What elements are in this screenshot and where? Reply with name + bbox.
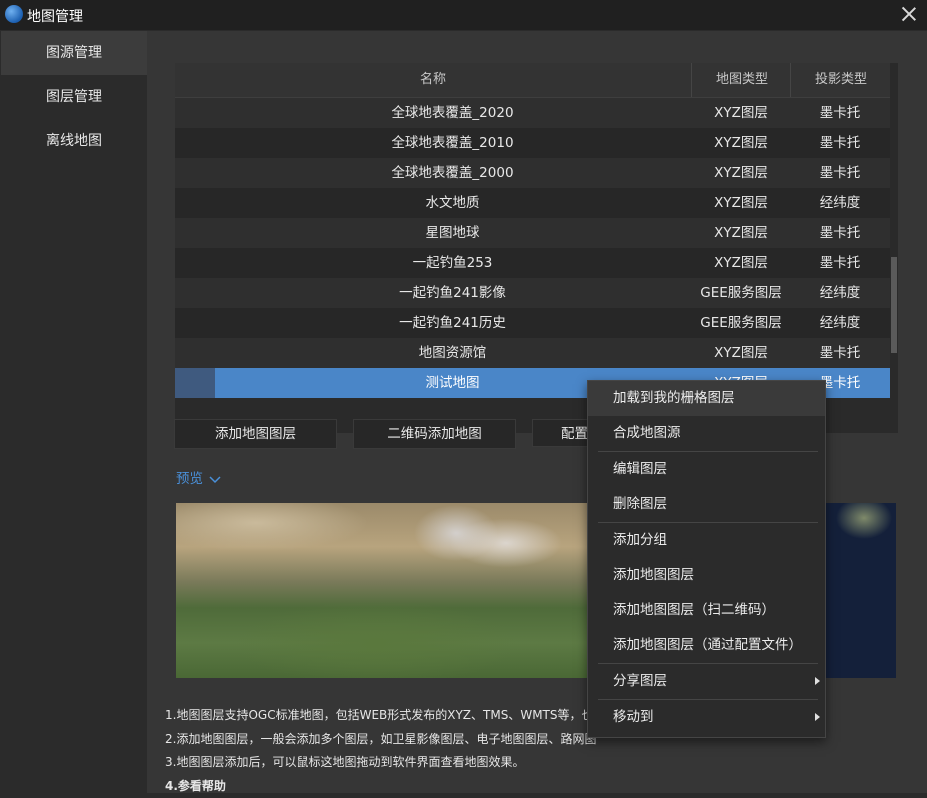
- close-icon[interactable]: [899, 4, 919, 24]
- menu-share-layer-label: 分享图层: [613, 673, 667, 689]
- sidebar-item-offline[interactable]: 离线地图: [1, 119, 147, 163]
- cell-projection: 墨卡托: [790, 158, 890, 188]
- cell-projection: 墨卡托: [790, 218, 890, 248]
- menu-delete-layer[interactable]: 删除图层: [588, 487, 825, 522]
- menu-add-layer[interactable]: 添加地图图层: [588, 558, 825, 593]
- scrollbar[interactable]: [890, 63, 898, 433]
- globe-icon: [5, 5, 23, 23]
- table-header: 名称 地图类型 投影类型: [175, 63, 890, 98]
- table-body: 全球地表覆盖_2020XYZ图层墨卡托全球地表覆盖_2010XYZ图层墨卡托全球…: [175, 98, 890, 398]
- scrollbar-thumb[interactable]: [891, 257, 897, 353]
- menu-move-to-label: 移动到: [613, 709, 654, 725]
- chevron-down-icon: [209, 475, 221, 484]
- qr-add-button[interactable]: 二维码添加地图: [353, 419, 516, 449]
- cell-name: 一起钓鱼241影像: [175, 278, 730, 308]
- header-name[interactable]: 名称: [175, 63, 691, 97]
- cell-map-type: XYZ图层: [691, 158, 791, 188]
- cell-map-type: XYZ图层: [691, 128, 791, 158]
- cell-projection: 墨卡托: [790, 98, 890, 128]
- chevron-right-icon: [815, 677, 820, 685]
- cell-name: 水文地质: [175, 188, 730, 218]
- cell-map-type: GEE服务图层: [691, 278, 791, 308]
- header-projection[interactable]: 投影类型: [790, 63, 891, 97]
- cell-map-type: XYZ图层: [691, 338, 791, 368]
- menu-add-layer-qr[interactable]: 添加地图图层（扫二维码）: [588, 593, 825, 628]
- cell-map-type: GEE服务图层: [691, 308, 791, 338]
- cell-name: 一起钓鱼241历史: [175, 308, 730, 338]
- cell-name: 地图资源馆: [175, 338, 730, 368]
- context-menu: 加载到我的栅格图层 合成地图源 编辑图层 删除图层 添加分组 添加地图图层 添加…: [587, 380, 826, 738]
- table-row[interactable]: 全球地表覆盖_2000XYZ图层墨卡托: [175, 158, 890, 188]
- table-row[interactable]: 星图地球XYZ图层墨卡托: [175, 218, 890, 248]
- menu-load-to-raster[interactable]: 加载到我的栅格图层: [588, 381, 825, 416]
- cell-projection: 经纬度: [790, 188, 890, 218]
- cell-projection: 墨卡托: [790, 338, 890, 368]
- menu-add-layer-config[interactable]: 添加地图图层（通过配置文件）: [588, 628, 825, 663]
- cell-name: 全球地表覆盖_2020: [175, 98, 730, 128]
- map-preview-ocean: [824, 503, 896, 678]
- table-row[interactable]: 一起钓鱼253XYZ图层墨卡托: [175, 248, 890, 278]
- sidebar-item-layers[interactable]: 图层管理: [1, 75, 147, 119]
- menu-compose-source[interactable]: 合成地图源: [588, 416, 825, 451]
- cell-map-type: XYZ图层: [691, 188, 791, 218]
- cell-projection: 墨卡托: [790, 248, 890, 278]
- cell-name: 全球地表覆盖_2010: [175, 128, 730, 158]
- cell-projection: 经纬度: [790, 308, 890, 338]
- table-row[interactable]: 全球地表覆盖_2010XYZ图层墨卡托: [175, 128, 890, 158]
- title-bar: 地图管理: [0, 0, 927, 30]
- menu-add-group[interactable]: 添加分组: [588, 523, 825, 558]
- help-line-3: 3.地图图层添加后，可以鼠标这地图拖动到软件界面查看地图效果。: [165, 751, 905, 775]
- sidebar-item-source[interactable]: 图源管理: [1, 31, 147, 75]
- table-row[interactable]: 地图资源馆XYZ图层墨卡托: [175, 338, 890, 368]
- chevron-right-icon: [815, 713, 820, 721]
- window-title: 地图管理: [27, 6, 83, 26]
- cell-map-type: XYZ图层: [691, 218, 791, 248]
- header-map-type[interactable]: 地图类型: [691, 63, 792, 97]
- table-row[interactable]: 一起钓鱼241影像GEE服务图层经纬度: [175, 278, 890, 308]
- cell-projection: 墨卡托: [790, 128, 890, 158]
- table-row[interactable]: 全球地表覆盖_2020XYZ图层墨卡托: [175, 98, 890, 128]
- layer-table: 名称 地图类型 投影类型 全球地表覆盖_2020XYZ图层墨卡托全球地表覆盖_2…: [175, 63, 898, 433]
- help-link[interactable]: 4.参看帮助: [165, 775, 905, 798]
- add-layer-button[interactable]: 添加地图图层: [174, 419, 337, 449]
- cell-map-type: XYZ图层: [691, 248, 791, 278]
- cell-name: 星图地球: [175, 218, 730, 248]
- sidebar: 图源管理 图层管理 离线地图: [1, 31, 147, 793]
- table-row[interactable]: 一起钓鱼241历史GEE服务图层经纬度: [175, 308, 890, 338]
- menu-move-to[interactable]: 移动到: [588, 700, 825, 735]
- cell-map-type: XYZ图层: [691, 98, 791, 128]
- preview-label: 预览: [176, 471, 203, 487]
- cell-name: 一起钓鱼253: [175, 248, 730, 278]
- preview-toggle[interactable]: 预览: [176, 467, 221, 487]
- cell-projection: 经纬度: [790, 278, 890, 308]
- table-row[interactable]: 水文地质XYZ图层经纬度: [175, 188, 890, 218]
- menu-edit-layer[interactable]: 编辑图层: [588, 452, 825, 487]
- cell-name: 全球地表覆盖_2000: [175, 158, 730, 188]
- menu-share-layer[interactable]: 分享图层: [588, 664, 825, 699]
